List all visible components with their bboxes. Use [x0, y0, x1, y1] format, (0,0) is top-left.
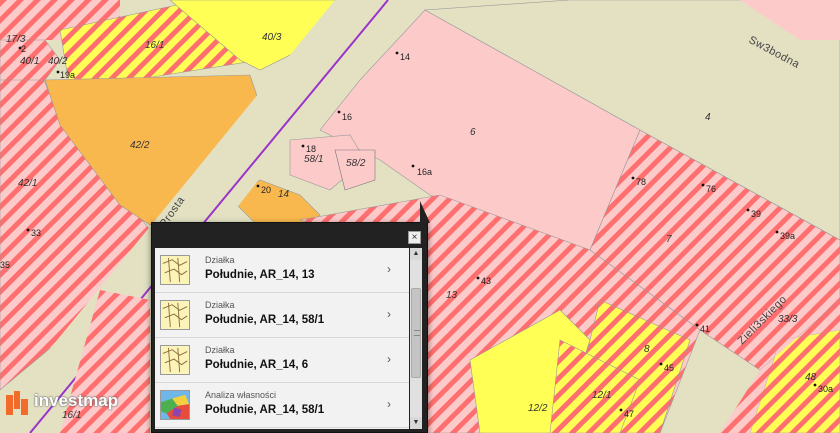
parcel-label: 13 — [446, 290, 458, 301]
parcel-label: 14 — [278, 189, 290, 200]
parcel-label: 6 — [470, 127, 476, 138]
chevron-right-icon: › — [387, 352, 391, 366]
logo-text: investmap — [34, 391, 119, 410]
address-label: 47 — [624, 409, 634, 419]
result-type: Analiza własności — [205, 390, 277, 400]
parcel-label: 40/2 — [48, 56, 68, 67]
address-label: 19a — [60, 70, 75, 80]
address-label: 14 — [400, 52, 410, 62]
result-item-parcel-58-1[interactable]: Działka Południe, AR_14, 58/1 › — [155, 293, 409, 338]
parcel-label: 7 — [666, 234, 672, 245]
result-type: Działka — [205, 300, 235, 310]
scroll-down-arrow-icon[interactable]: ▼ — [410, 417, 422, 429]
address-label: 39a — [780, 231, 795, 241]
chevron-right-icon: › — [387, 397, 391, 411]
popup-result-list: Działka Południe, AR_14, 13 › Działka Po… — [155, 248, 409, 429]
parcel-label: 42/2 — [130, 140, 150, 151]
parcel-label: 42/1 — [18, 178, 37, 189]
parcel-popup: × Działka Południe, AR_14, 13 › Działka … — [151, 201, 430, 433]
result-type: Działka — [205, 345, 235, 355]
parcel-label: 40/3 — [262, 32, 282, 43]
address-label: 30a — [818, 384, 833, 394]
parcel-label: 16/1 — [145, 40, 164, 51]
popup-scrollbar[interactable]: ▲ ▼ — [410, 248, 422, 429]
address-label: 16 — [342, 112, 352, 122]
result-title: Południe, AR_14, 13 — [205, 269, 315, 281]
parcel-label: 16/1 — [62, 410, 81, 421]
result-title: Południe, AR_14, 6 — [205, 359, 309, 371]
parcel-label: 58/1 — [304, 154, 323, 165]
scroll-up-arrow-icon[interactable]: ▲ — [410, 248, 422, 260]
parcel-map-icon — [160, 345, 190, 375]
address-label: 16a — [417, 167, 432, 177]
result-item-parcel-13[interactable]: Działka Południe, AR_14, 13 › — [155, 248, 409, 293]
close-button[interactable]: × — [408, 231, 421, 244]
result-item-ownership-analysis[interactable]: Analiza własności Południe, AR_14, 58/1 … — [155, 383, 409, 428]
parcel-label: 4 — [705, 112, 711, 123]
result-title: Południe, AR_14, 58/1 — [205, 404, 325, 416]
address-label: 39 — [751, 209, 761, 219]
parcel-label: 8 — [644, 344, 650, 355]
parcel-map-icon — [160, 300, 190, 330]
address-label: 2 — [21, 44, 26, 54]
address-label: 33 — [31, 228, 41, 238]
scroll-thumb[interactable] — [411, 288, 421, 378]
result-type: Działka — [205, 255, 235, 265]
parcel-label: 40/1 — [20, 56, 39, 67]
parcel-map-icon — [160, 255, 190, 285]
ownership-analysis-icon — [160, 390, 190, 420]
chevron-right-icon: › — [387, 307, 391, 321]
parcel-label: 48 — [805, 372, 817, 383]
logo-mark-icon — [6, 391, 28, 415]
address-label: 45 — [664, 363, 674, 373]
parcel-label: 12/2 — [528, 403, 548, 414]
parcel-label: 33/3 — [778, 314, 798, 325]
popup-tail — [420, 201, 430, 223]
chevron-right-icon: › — [387, 262, 391, 276]
address-label: 41 — [700, 324, 710, 334]
address-label: 78 — [636, 177, 646, 187]
address-label: 76 — [706, 184, 716, 194]
result-title: Południe, AR_14, 58/1 — [205, 314, 325, 326]
address-label: 18 — [306, 144, 316, 154]
address-label: 20 — [261, 185, 271, 195]
parcel-label: 12/1 — [592, 390, 611, 401]
result-item-parcel-6[interactable]: Działka Południe, AR_14, 6 › — [155, 338, 409, 383]
address-label: 43 — [481, 276, 491, 286]
grip-icon — [414, 330, 420, 336]
parcel-label: 58/2 — [346, 158, 366, 169]
address-label: 35 — [0, 260, 10, 270]
